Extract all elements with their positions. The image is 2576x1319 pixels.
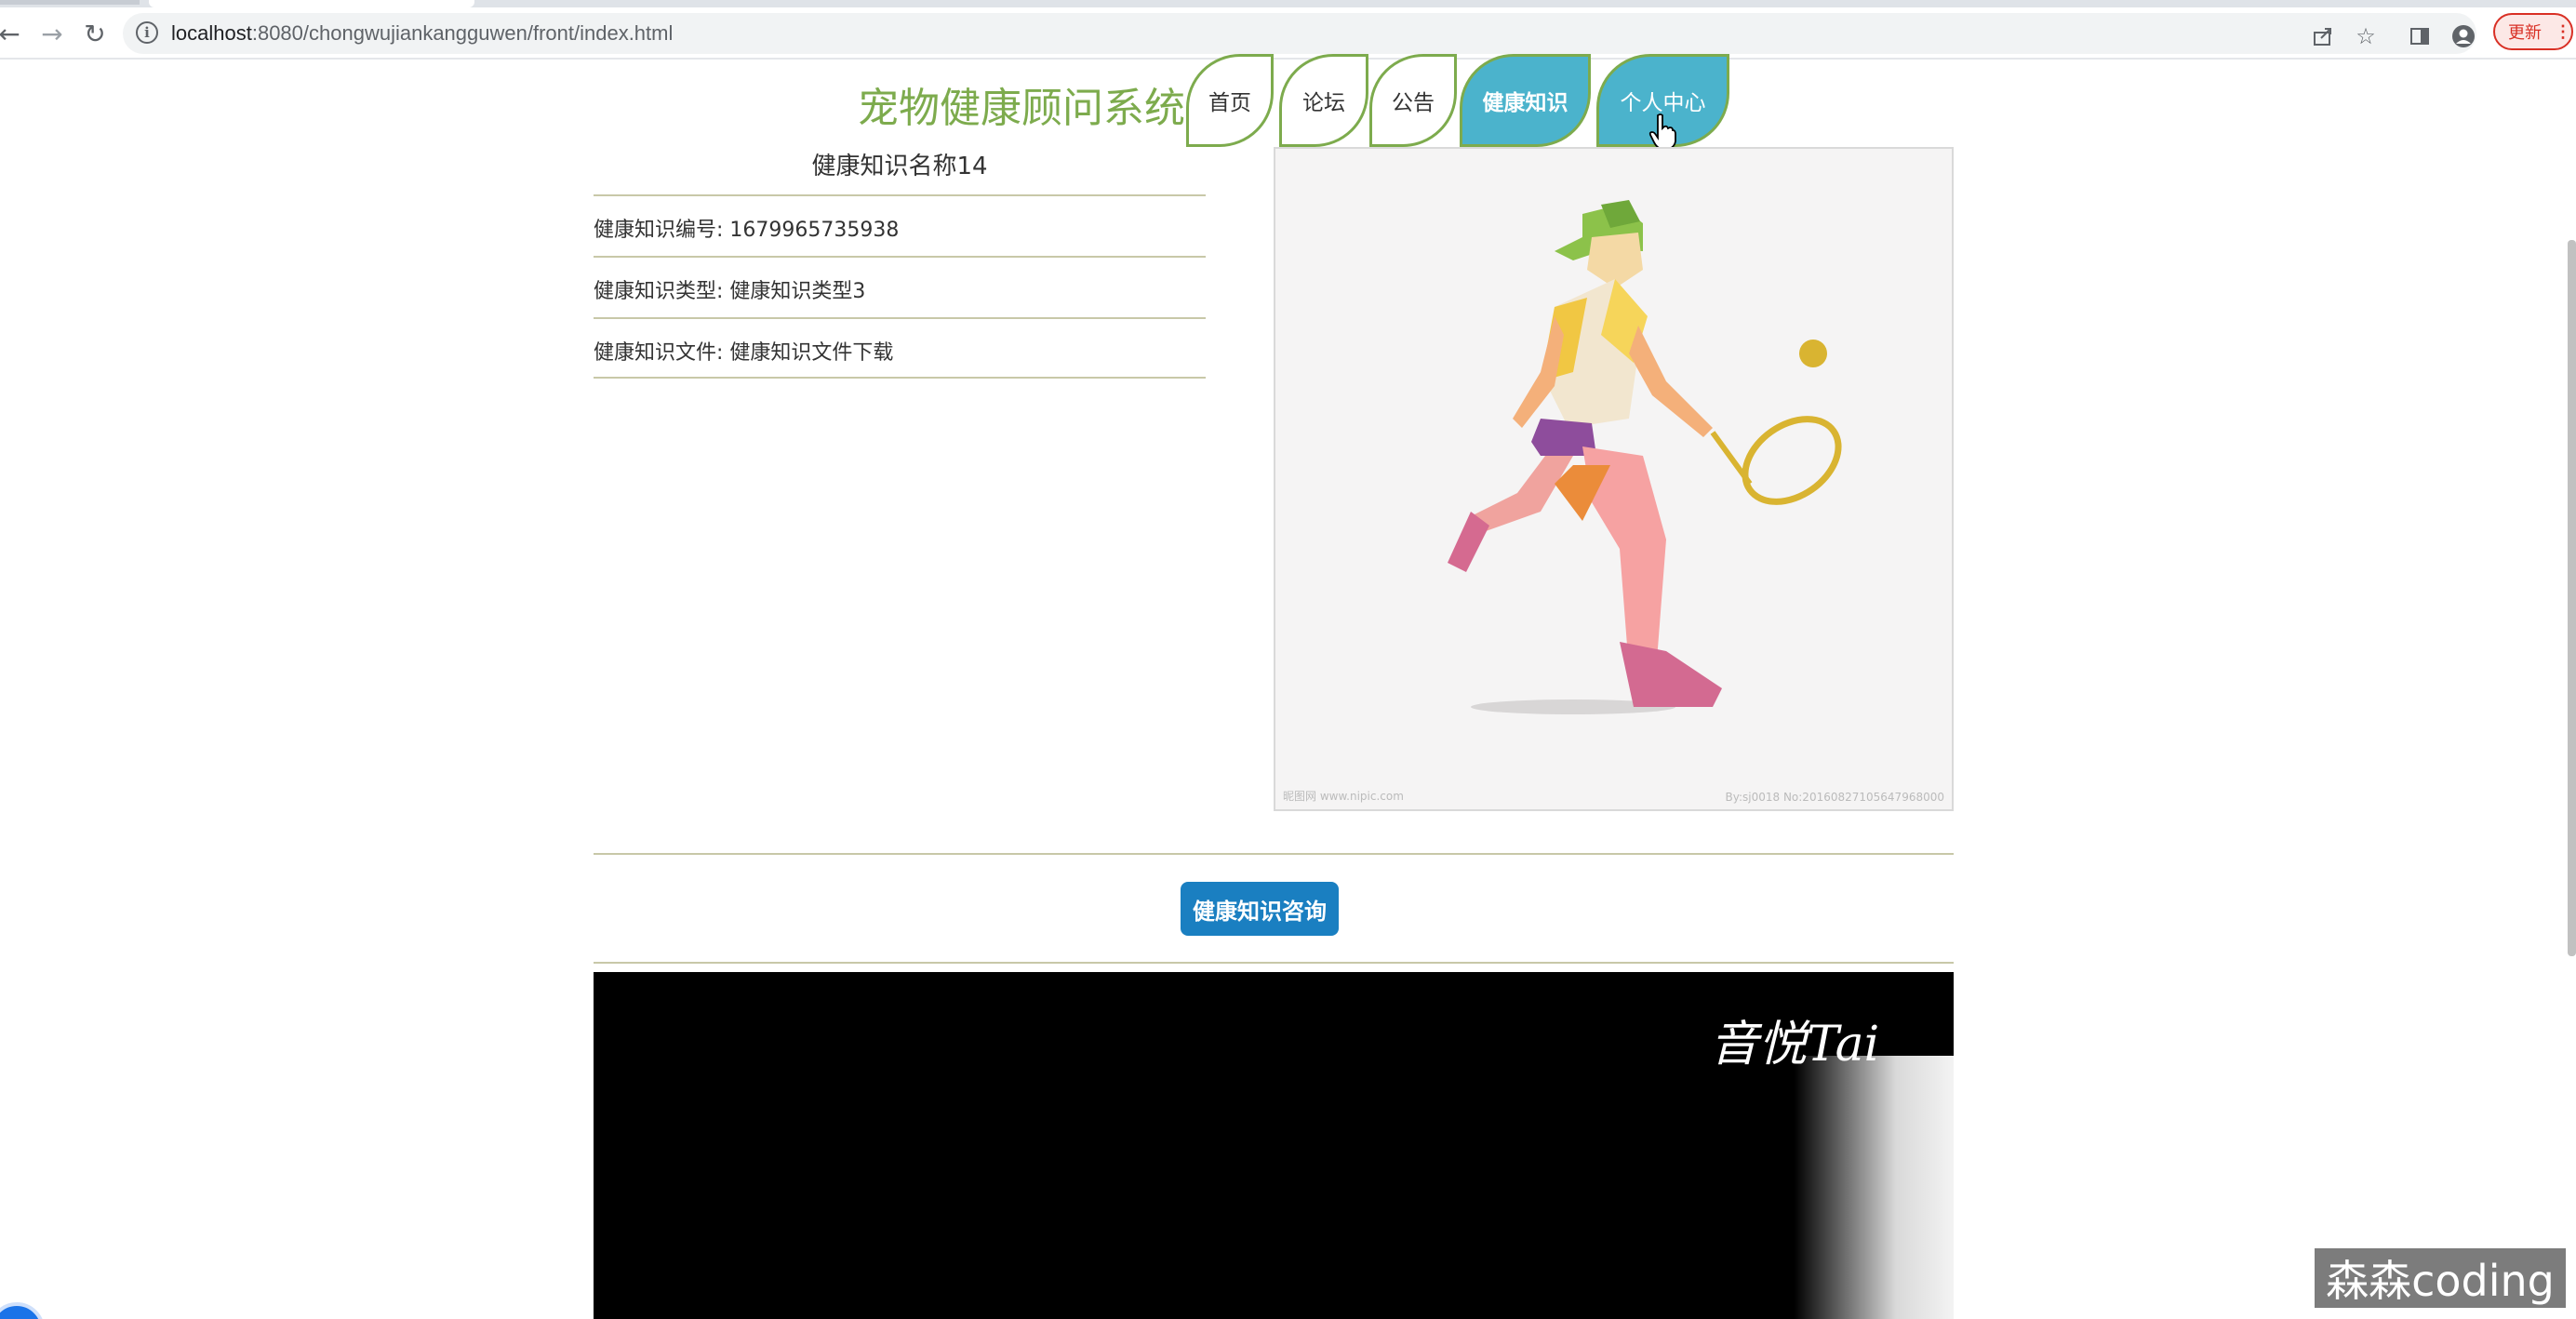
side-panel-icon[interactable] bbox=[2406, 22, 2434, 50]
field-row-id: 健康知识编号: 1679965735938 bbox=[594, 194, 1206, 256]
update-label: 更新 bbox=[2508, 23, 2542, 42]
page-scrollbar[interactable] bbox=[2568, 240, 2576, 956]
arrow-left-icon[interactable]: ← bbox=[0, 17, 26, 50]
divider-bottom bbox=[594, 962, 1954, 964]
consult-button[interactable]: 健康知识咨询 bbox=[1181, 882, 1339, 936]
url-text[interactable]: localhost:8080/chongwujiankangguwen/fron… bbox=[171, 21, 673, 46]
nav-tab-label: 个人中心 bbox=[1620, 91, 1706, 115]
hand-cursor-icon bbox=[1648, 113, 1676, 150]
field-type-text: 健康知识类型: 健康知识类型3 bbox=[594, 280, 866, 303]
knowledge-name: 健康知识名称14 bbox=[811, 153, 988, 180]
image-watermark-left: 昵图网 www.nipic.com bbox=[1283, 790, 1404, 803]
site-title: 宠物健康顾问系统 bbox=[858, 85, 1185, 132]
nav-tab-label: 论坛 bbox=[1302, 91, 1345, 115]
image-watermark-right: By:sj0018 No:20160827105647968000 bbox=[1725, 791, 1945, 804]
video-overlay-blur bbox=[1794, 1056, 1954, 1319]
nav-tab-health-knowledge[interactable]: 健康知识 bbox=[1460, 54, 1591, 147]
share-icon[interactable] bbox=[2309, 22, 2337, 50]
field-file-download-link[interactable]: 健康知识文件: 健康知识文件下载 bbox=[594, 336, 893, 366]
browser-tab-active[interactable] bbox=[149, 0, 474, 7]
nav-tab-label: 健康知识 bbox=[1482, 91, 1568, 115]
nav-tab-label: 首页 bbox=[1208, 91, 1251, 115]
corner-watermark-badge: 森森coding bbox=[2315, 1248, 2566, 1308]
tennis-player-illustration bbox=[1448, 200, 1842, 714]
floating-assist-icon[interactable] bbox=[0, 1302, 45, 1319]
bookmark-star-icon[interactable]: ☆ bbox=[2352, 22, 2380, 50]
nav-tab-notice[interactable]: 公告 bbox=[1369, 54, 1457, 147]
kebab-menu-icon[interactable]: ⋮ bbox=[2555, 22, 2571, 42]
site-info-icon[interactable]: i bbox=[136, 21, 158, 44]
field-row-type: 健康知识类型: 健康知识类型3 bbox=[594, 256, 1206, 317]
nav-tab-home[interactable]: 首页 bbox=[1186, 54, 1274, 147]
address-bar[interactable]: i localhost:8080/chongwujiankangguwen/fr… bbox=[123, 13, 2476, 54]
nav-tab-label: 公告 bbox=[1392, 91, 1435, 115]
browser-toolbar: ← → ↻ i localhost:8080/chongwujiankanggu… bbox=[0, 7, 2576, 60]
video-player[interactable]: 音悦Tai bbox=[594, 972, 1954, 1319]
update-button[interactable]: 更新 ⋮ bbox=[2493, 13, 2573, 50]
field-id-text: 健康知识编号: 1679965735938 bbox=[594, 219, 900, 242]
divider-top bbox=[594, 853, 1954, 855]
browser-tab-inactive[interactable] bbox=[0, 0, 140, 5]
profile-avatar-icon[interactable] bbox=[2449, 22, 2477, 50]
knowledge-image: 昵图网 www.nipic.com By:sj0018 No:201608271… bbox=[1274, 147, 1954, 811]
arrow-right-icon[interactable]: → bbox=[35, 17, 69, 50]
reload-icon[interactable]: ↻ bbox=[78, 17, 112, 50]
browser-tabstrip bbox=[0, 0, 2576, 7]
nav-tab-forum[interactable]: 论坛 bbox=[1279, 54, 1368, 147]
field-row-file[interactable]: 健康知识文件: 健康知识文件下载 bbox=[594, 317, 1206, 379]
